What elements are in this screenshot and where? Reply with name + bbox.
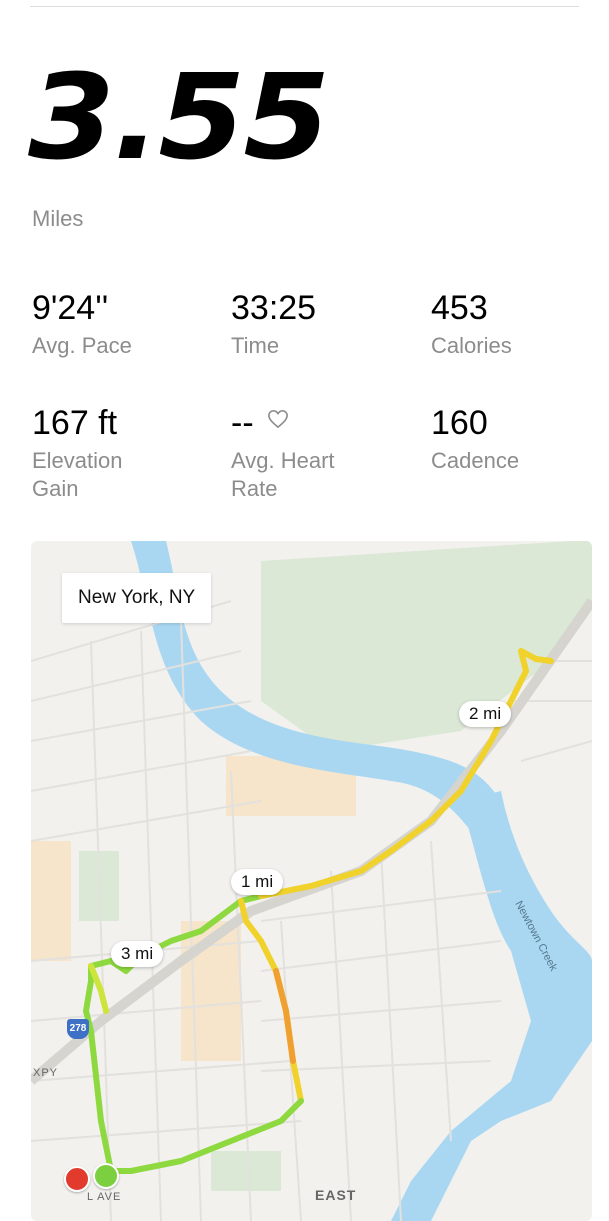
map-location-label: New York, NY	[62, 573, 212, 623]
stat-value: 167 ft	[32, 404, 118, 442]
end-marker	[64, 1166, 90, 1192]
top-divider	[30, 6, 579, 7]
highway-shield-icon: 278	[67, 1019, 89, 1039]
park-area	[211, 1151, 281, 1191]
map-canvas	[31, 541, 592, 1221]
stat-label: Time	[231, 333, 280, 358]
stat-label: Avg. Pace	[32, 333, 132, 358]
park-area	[261, 541, 592, 751]
start-marker	[93, 1163, 119, 1189]
route-map[interactable]: New York, NY 1 mi 2 mi 3 mi 278 XPY L AV…	[31, 541, 592, 1221]
street-label: L AVE	[87, 1191, 122, 1203]
stat-avg-heart-rate: -- Avg. Heart Rate	[231, 403, 335, 503]
stat-cadence: 160 Cadence	[431, 403, 519, 475]
mile-marker-3: 3 mi	[111, 941, 164, 967]
mile-marker-2: 2 mi	[459, 701, 512, 727]
distance-value: 3.55	[28, 48, 330, 186]
stat-label: Calories	[431, 333, 512, 358]
heart-outline-icon	[268, 410, 289, 429]
commercial-area	[31, 841, 71, 961]
stat-calories: 453 Calories	[431, 288, 512, 360]
stat-label: Elevation Gain	[32, 448, 123, 501]
creek-branch	[391, 951, 592, 1221]
stat-value: 160	[431, 404, 488, 442]
stat-value: --	[231, 404, 254, 442]
street-label: EAST	[315, 1187, 357, 1203]
stat-elevation-gain: 167 ft Elevation Gain	[32, 403, 123, 503]
street-label: XPY	[33, 1067, 59, 1079]
stat-time: 33:25 Time	[231, 288, 316, 360]
stat-label: Cadence	[431, 448, 520, 473]
mile-marker-1: 1 mi	[231, 869, 284, 895]
stat-label: Avg. Heart Rate	[231, 448, 335, 501]
distance-unit: Miles	[32, 206, 84, 231]
stat-value: 33:25	[231, 289, 317, 327]
stat-value: 9'24''	[32, 289, 109, 327]
stat-value-row: --	[231, 403, 335, 443]
stat-avg-pace: 9'24'' Avg. Pace	[32, 288, 132, 360]
stat-value: 453	[431, 289, 488, 327]
